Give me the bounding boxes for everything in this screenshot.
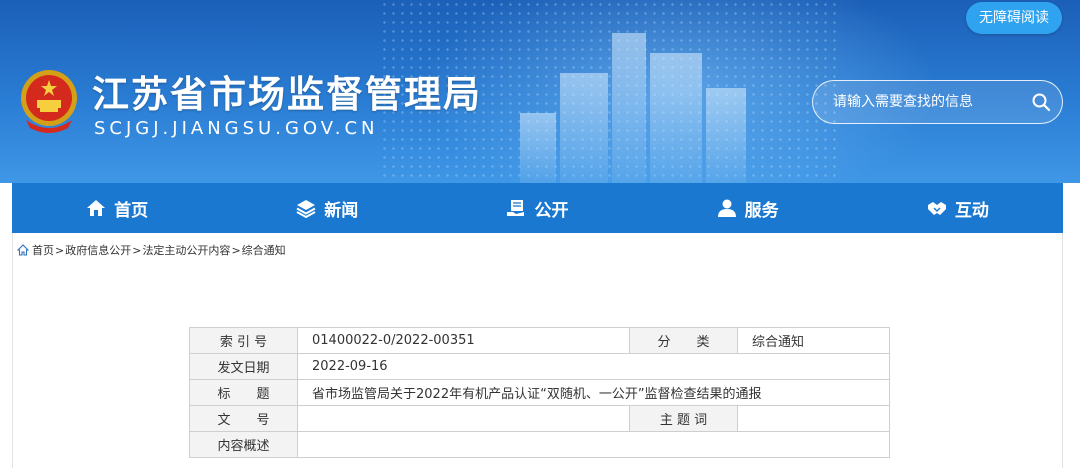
site-title: 江苏省市场监督管理局	[92, 73, 482, 116]
nav-item-label: 首页	[114, 200, 149, 221]
title-label: 标 题	[189, 379, 298, 406]
issue-date-value: 2022-09-16	[297, 353, 890, 380]
nav-item-home[interactable]: 首页	[12, 183, 222, 233]
table-row: 索 引 号 01400022-0/2022-00351 分 类 综合通知	[189, 327, 890, 354]
accessibility-reading-button[interactable]: 无障碍阅读	[966, 2, 1062, 34]
table-row: 文 号 主 题 词	[189, 405, 890, 432]
nav-item-public[interactable]: 公开	[432, 183, 642, 233]
banner-building	[520, 113, 556, 183]
header-banner: 江苏省市场监督管理局 SCJGJ.JIANGSU.GOV.CN 无障碍阅读	[0, 0, 1080, 183]
table-row: 标 题 省市场监管局关于2022年有机产品认证“双随机、一公开”监督检查结果的通…	[189, 379, 890, 406]
nav-item-label: 服务	[744, 200, 779, 221]
category-value: 综合通知	[737, 327, 890, 354]
site-url: SCJGJ.JIANGSU.GOV.CN	[94, 118, 379, 139]
document-number-label: 文 号	[189, 405, 298, 432]
document-meta-table: 索 引 号 01400022-0/2022-00351 分 类 综合通知 发文日…	[189, 327, 890, 458]
summary-label: 内容概述	[189, 431, 298, 458]
subject-words-label: 主 题 词	[629, 405, 738, 432]
nav-item-service[interactable]: 服务	[643, 183, 853, 233]
user-service-icon	[717, 199, 736, 217]
breadcrumb-link-gov-info[interactable]: 政府信息公开	[65, 242, 131, 258]
document-number-value	[297, 405, 630, 432]
breadcrumb-link-home[interactable]: 首页	[32, 242, 54, 258]
subject-words-value	[737, 405, 890, 432]
breadcrumb-link-statutory[interactable]: 法定主动公开内容	[142, 242, 230, 258]
search-icon[interactable]	[1031, 92, 1051, 112]
breadcrumb-link-general-notice[interactable]: 综合通知	[242, 242, 286, 258]
category-label: 分 类	[629, 327, 738, 354]
home-icon	[17, 244, 29, 256]
banner-building	[706, 88, 746, 183]
nav-item-news[interactable]: 新闻	[222, 183, 432, 233]
breadcrumb-separator: >	[55, 243, 65, 257]
search-box	[812, 80, 1063, 124]
banner-building	[650, 53, 702, 183]
content-area: 首页 > 政府信息公开 > 法定主动公开内容 > 综合通知 索 引 号 0140…	[12, 233, 1063, 468]
nav-item-label: 互动	[954, 200, 989, 221]
table-row: 内容概述	[189, 431, 890, 458]
document-hand-icon	[507, 200, 525, 216]
breadcrumb-separator: >	[231, 243, 241, 257]
home-icon	[87, 200, 106, 216]
nav-item-label: 公开	[534, 200, 569, 221]
breadcrumb-separator: >	[132, 243, 142, 257]
search-input[interactable]	[833, 91, 1023, 113]
nav-item-interact[interactable]: 互动	[853, 183, 1063, 233]
banner-building	[560, 73, 608, 183]
nav-item-label: 新闻	[324, 200, 359, 221]
table-row: 发文日期 2022-09-16	[189, 353, 890, 380]
national-emblem-icon	[21, 70, 77, 133]
title-value: 省市场监管局关于2022年有机产品认证“双随机、一公开”监督检查结果的通报	[297, 379, 890, 406]
issue-date-label: 发文日期	[189, 353, 298, 380]
handshake-icon	[927, 202, 946, 215]
index-number-label: 索 引 号	[189, 327, 298, 354]
summary-value	[297, 431, 890, 458]
main-nav: 首页 新闻 公开 服务 互动	[12, 183, 1063, 233]
layers-icon	[296, 200, 316, 218]
breadcrumb: 首页 > 政府信息公开 > 法定主动公开内容 > 综合通知	[17, 242, 286, 258]
banner-building	[612, 33, 646, 183]
index-number-value: 01400022-0/2022-00351	[297, 327, 630, 354]
